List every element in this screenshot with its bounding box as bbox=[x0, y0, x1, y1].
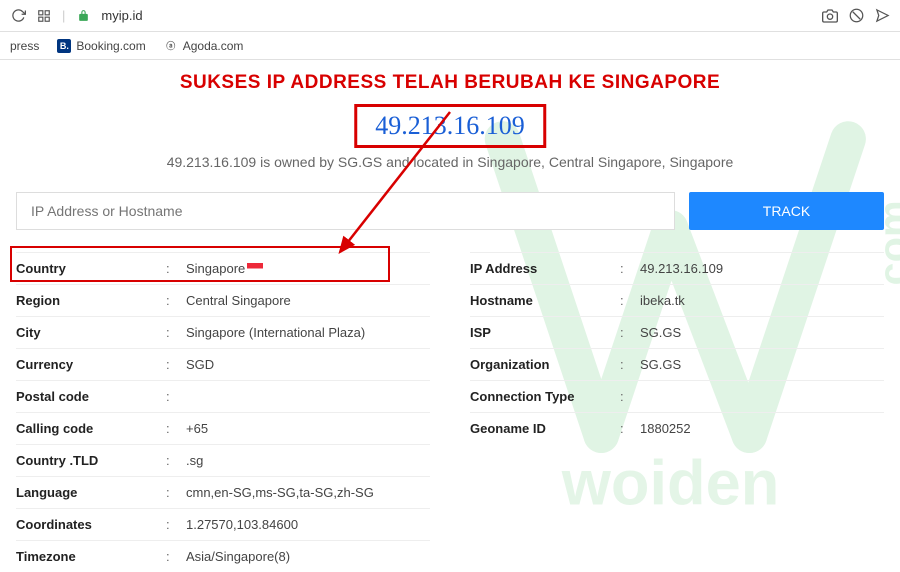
ip-display-box: 49.213.16.109 bbox=[354, 104, 546, 148]
agoda-icon: ⓐ bbox=[164, 39, 178, 53]
browser-address-bar: | myip.id bbox=[0, 0, 900, 32]
block-icon[interactable] bbox=[848, 8, 864, 24]
camera-icon[interactable] bbox=[822, 8, 838, 24]
url-text[interactable]: myip.id bbox=[101, 8, 142, 23]
row-city: City:Singapore (International Plaza) bbox=[16, 316, 430, 348]
lock-icon bbox=[75, 8, 91, 24]
grid-icon[interactable] bbox=[36, 8, 52, 24]
row-postal: Postal code: bbox=[16, 380, 430, 412]
page-content: SUKSES IP ADDRESS TELAH BERUBAH KE SINGA… bbox=[0, 60, 900, 572]
row-isp: ISP:SG.GS bbox=[470, 316, 884, 348]
row-geo: Geoname ID:1880252 bbox=[470, 412, 884, 444]
row-tld: Country .TLD:.sg bbox=[16, 444, 430, 476]
row-country: Country: Singapore bbox=[16, 252, 430, 284]
search-row: TRACK bbox=[16, 192, 884, 230]
info-right-column: IP Address:49.213.16.109 Hostname:ibeka.… bbox=[470, 252, 884, 572]
row-currency: Currency:SGD bbox=[16, 348, 430, 380]
ip-owner-text: 49.213.16.109 is owned by SG.GS and loca… bbox=[16, 154, 884, 170]
booking-icon: B. bbox=[57, 39, 71, 53]
row-hostname: Hostname:ibeka.tk bbox=[470, 284, 884, 316]
bookmark-agoda[interactable]: ⓐ Agoda.com bbox=[164, 39, 244, 53]
row-timezone: Timezone:Asia/Singapore(8) bbox=[16, 540, 430, 572]
row-org: Organization:SG.GS bbox=[470, 348, 884, 380]
row-coords: Coordinates:1.27570,103.84600 bbox=[16, 508, 430, 540]
info-left-column: Country: Singapore Region:Central Singap… bbox=[16, 252, 430, 572]
row-calling: Calling code:+65 bbox=[16, 412, 430, 444]
flag-singapore-icon bbox=[247, 263, 263, 274]
refresh-icon[interactable] bbox=[10, 8, 26, 24]
row-ip: IP Address:49.213.16.109 bbox=[470, 252, 884, 284]
bookmark-booking[interactable]: B. Booking.com bbox=[57, 39, 145, 53]
row-region: Region:Central Singapore bbox=[16, 284, 430, 316]
track-button[interactable]: TRACK bbox=[689, 192, 884, 230]
send-icon[interactable] bbox=[874, 8, 890, 24]
ip-search-input[interactable] bbox=[16, 192, 675, 230]
bookmarks-bar: press B. Booking.com ⓐ Agoda.com bbox=[0, 32, 900, 60]
success-banner: SUKSES IP ADDRESS TELAH BERUBAH KE SINGA… bbox=[16, 72, 884, 94]
bookmark-press[interactable]: press bbox=[10, 39, 39, 53]
row-conn: Connection Type: bbox=[470, 380, 884, 412]
row-language: Language:cmn,en-SG,ms-SG,ta-SG,zh-SG bbox=[16, 476, 430, 508]
